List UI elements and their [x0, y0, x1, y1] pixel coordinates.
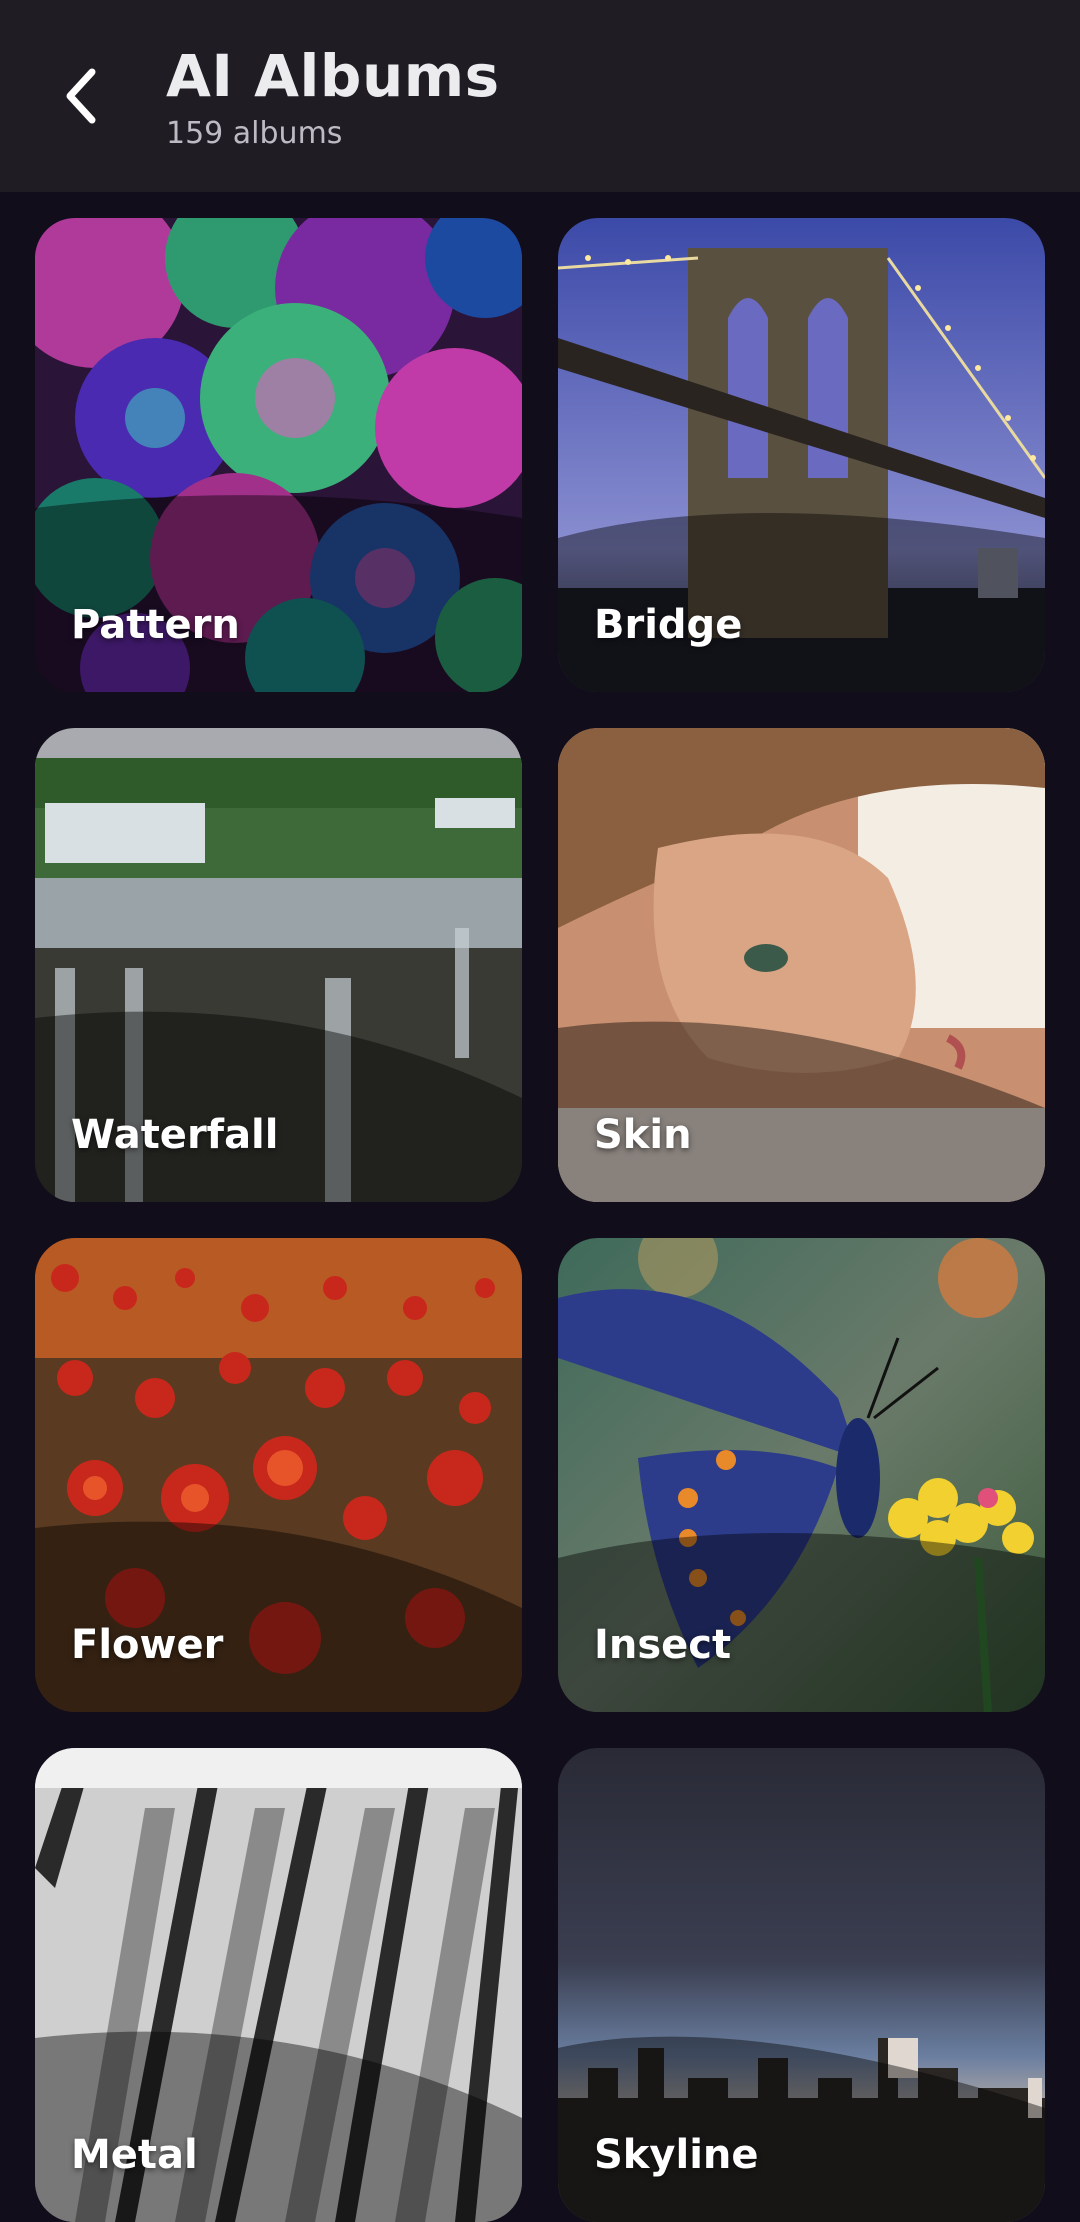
album-label: Metal	[71, 2132, 198, 2178]
album-count: 159 albums	[166, 116, 343, 151]
back-button[interactable]	[52, 56, 112, 136]
album-card-pattern[interactable]: Pattern	[35, 218, 522, 692]
app-header: AI Albums 159 albums	[0, 0, 1080, 192]
album-card-skin[interactable]: Skin	[558, 728, 1045, 1202]
album-label: Flower	[71, 1622, 224, 1668]
album-card-flower[interactable]: Flower	[35, 1238, 522, 1712]
album-card-insect[interactable]: Insect	[558, 1238, 1045, 1712]
album-label: Pattern	[71, 602, 240, 648]
album-card-bridge[interactable]: Bridge	[558, 218, 1045, 692]
album-label: Insect	[594, 1622, 732, 1668]
page-title: AI Albums	[166, 42, 500, 110]
album-card-skyline[interactable]: Skyline	[558, 1748, 1045, 2222]
album-label: Skyline	[594, 2132, 759, 2178]
album-label: Skin	[594, 1112, 692, 1158]
album-card-metal[interactable]: Metal	[35, 1748, 522, 2222]
album-label: Waterfall	[71, 1112, 279, 1158]
chevron-left-icon	[66, 68, 96, 124]
album-label: Bridge	[594, 602, 743, 648]
album-card-waterfall[interactable]: Waterfall	[35, 728, 522, 1202]
